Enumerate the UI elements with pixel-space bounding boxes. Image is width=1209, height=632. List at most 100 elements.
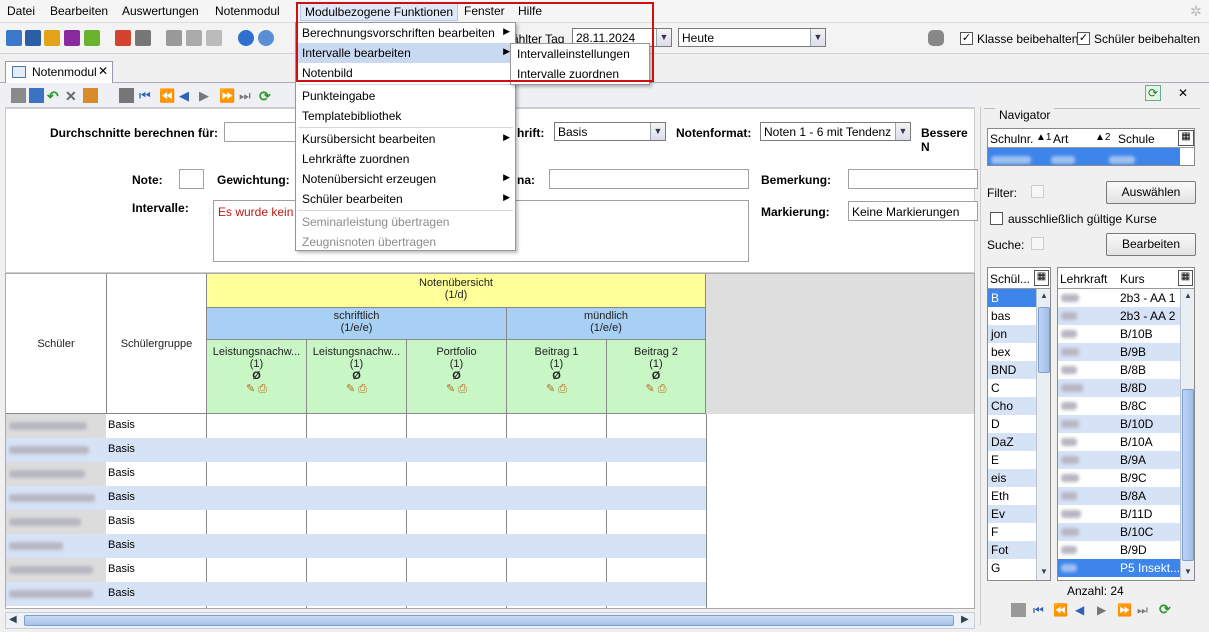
undo-icon[interactable]: ↶ — [47, 88, 62, 104]
menu-auswertungen[interactable]: Auswertungen — [122, 4, 199, 18]
scroll-up-icon[interactable]: ▲ — [1184, 291, 1192, 300]
list-item[interactable]: B/8B — [1058, 361, 1180, 379]
notenformat-select[interactable]: Noten 1 - 6 mit Tendenz ▼ — [760, 122, 911, 141]
list-item[interactable]: E — [988, 451, 1036, 469]
list-item[interactable]: B/9C — [1058, 469, 1180, 487]
people-icon[interactable] — [6, 30, 22, 46]
edit-button[interactable]: Bearbeiten — [1106, 233, 1196, 256]
select-button[interactable]: Auswählen — [1106, 181, 1196, 204]
menu-item-schueler-bearbeiten[interactable]: Schüler bearbeiten ▶ — [296, 189, 515, 209]
list-item[interactable]: G — [988, 559, 1036, 577]
scroll-right-icon[interactable]: ▶ — [961, 614, 969, 625]
fast-forward-icon[interactable]: ⏩ — [1117, 603, 1132, 617]
list-item[interactable]: bas — [988, 307, 1036, 325]
menu-bearbeiten[interactable]: Bearbeiten — [50, 4, 108, 18]
list-item[interactable]: B/9D — [1058, 541, 1180, 559]
column-chooser-icon[interactable]: ▦ — [1178, 130, 1194, 146]
first-record-icon[interactable]: ⏮ — [139, 88, 154, 103]
scroll-up-icon[interactable]: ▲ — [1040, 291, 1048, 300]
table-row[interactable]: Basis — [6, 582, 706, 606]
list-item[interactable]: Cho — [988, 397, 1036, 415]
previous-icon[interactable]: ◀ — [1075, 603, 1084, 617]
column-header-schueler[interactable]: Schül... — [990, 272, 1030, 286]
column-header-lehrkraft[interactable]: Lehrkraft — [1060, 272, 1107, 286]
list-item[interactable]: P5 Insekt... — [1058, 559, 1180, 577]
scroll-down-icon[interactable]: ▼ — [1184, 567, 1192, 576]
close-icon[interactable]: ✕ — [98, 64, 108, 78]
table-row[interactable]: Basis — [6, 462, 706, 486]
overview-header[interactable]: Notenübersicht (1/d) — [207, 274, 706, 308]
fast-back-icon[interactable]: ⏪ — [159, 88, 175, 103]
folder-icon[interactable] — [1011, 603, 1026, 617]
chevron-down-icon[interactable]: ▼ — [895, 123, 910, 140]
help-icon[interactable] — [258, 30, 274, 46]
chevron-down-icon[interactable]: ▼ — [810, 29, 825, 46]
date-shortcut-select[interactable]: Heute ▼ — [678, 28, 826, 47]
list-item[interactable]: C — [988, 379, 1036, 397]
edit-print-icon[interactable]: ✎ ⎙ — [507, 382, 606, 396]
list-item[interactable]: B/8A — [1058, 487, 1180, 505]
school-row[interactable] — [988, 148, 1180, 165]
subject-list[interactable]: Schül... ▦ B bas jon bex BND C Cho D DaZ… — [987, 267, 1051, 581]
scroll-thumb[interactable] — [1038, 307, 1050, 373]
column-header-schule[interactable]: Schule — [1118, 132, 1155, 146]
table-row[interactable]: Basis — [6, 534, 706, 558]
settings-gear-icon[interactable]: ✲ — [1190, 3, 1202, 20]
export-icon[interactable] — [83, 88, 98, 103]
scroll-thumb[interactable] — [24, 615, 954, 626]
list-item[interactable]: BND — [988, 361, 1036, 379]
course-scrollbar[interactable]: ▲ ▼ — [1180, 289, 1194, 580]
list-item[interactable]: B/10A — [1058, 433, 1180, 451]
next-icon[interactable]: ▶ — [199, 88, 214, 103]
list-item[interactable]: D — [988, 415, 1036, 433]
column-header-art[interactable]: Art — [1053, 132, 1068, 146]
written-header[interactable]: schriftlich (1/e/e) — [207, 308, 507, 340]
menu-item-notenuebersicht-erzeugen[interactable]: Notenübersicht erzeugen ▶ — [296, 169, 515, 189]
column-header-schulnr[interactable]: Schulnr. — [990, 132, 1033, 146]
column-header-grade[interactable]: Leistungsnachw... (1) Ø ✎ ⎙ — [307, 340, 407, 414]
keep-student-checkbox[interactable]: ✓ — [1077, 32, 1090, 45]
column-header-group[interactable]: Schülergruppe — [107, 274, 207, 414]
list-item[interactable]: B/9B — [1058, 343, 1180, 361]
table-row[interactable]: Basis — [6, 414, 706, 438]
menu-item-punkteingabe[interactable]: Punkteingabe — [296, 86, 515, 106]
column-header-grade[interactable]: Beitrag 1 (1) Ø ✎ ⎙ — [507, 340, 607, 414]
menu-item-lehrkraefte-zuordnen[interactable]: Lehrkräfte zuordnen — [296, 149, 515, 169]
scroll-left-icon[interactable]: ◀ — [9, 614, 17, 625]
new-icon[interactable] — [11, 88, 26, 103]
column-header-kurs[interactable]: Kurs — [1120, 272, 1145, 286]
keep-class-checkbox[interactable]: ✓ — [960, 32, 973, 45]
previous-icon[interactable]: ◀ — [179, 88, 194, 103]
column-header-grade[interactable]: Leistungsnachw... (1) Ø ✎ ⎙ — [207, 340, 307, 414]
averages-select[interactable] — [224, 122, 296, 142]
fast-back-icon[interactable]: ⏪ — [1053, 603, 1068, 617]
last-record-icon[interactable]: ⏭ — [1137, 603, 1148, 618]
edit-print-icon[interactable]: ✎ ⎙ — [307, 382, 406, 396]
info-icon[interactable] — [238, 30, 254, 46]
name-input[interactable] — [549, 169, 749, 189]
list-item[interactable]: Eth — [988, 487, 1036, 505]
edit-print-icon[interactable]: ✎ ⎙ — [207, 382, 306, 396]
list-item[interactable]: Fot — [988, 541, 1036, 559]
hand-icon[interactable] — [928, 30, 944, 46]
save-icon[interactable] — [29, 88, 44, 103]
list-item[interactable]: B/8C — [1058, 397, 1180, 415]
horizontal-scrollbar[interactable]: ◀ ▶ — [5, 612, 975, 629]
edit-print-icon[interactable]: ✎ ⎙ — [607, 382, 705, 396]
list-item[interactable]: B/10B — [1058, 325, 1180, 343]
calculator-icon[interactable] — [135, 30, 151, 46]
first-record-icon[interactable]: ⏮ — [1033, 603, 1044, 618]
column-header-student[interactable]: Schüler — [6, 274, 107, 414]
menu-item-templatebibliothek[interactable]: Templatebibliothek — [296, 106, 515, 126]
column-header-grade[interactable]: Portfolio (1) Ø ✎ ⎙ — [407, 340, 507, 414]
chat-icon[interactable] — [64, 30, 80, 46]
edit-print-icon[interactable]: ✎ ⎙ — [407, 382, 506, 396]
only-valid-checkbox[interactable] — [990, 212, 1003, 225]
next-icon[interactable]: ▶ — [1097, 603, 1106, 617]
subject-scrollbar[interactable]: ▲ ▼ — [1036, 289, 1050, 580]
book-icon[interactable] — [115, 30, 131, 46]
school-table[interactable]: Schulnr. ▲1 Art ▲2 Schule ▦ — [987, 128, 1195, 166]
group-icon[interactable] — [44, 30, 60, 46]
sync-icon[interactable]: ⟳ — [1145, 85, 1161, 101]
list-item[interactable]: B/8D — [1058, 379, 1180, 397]
